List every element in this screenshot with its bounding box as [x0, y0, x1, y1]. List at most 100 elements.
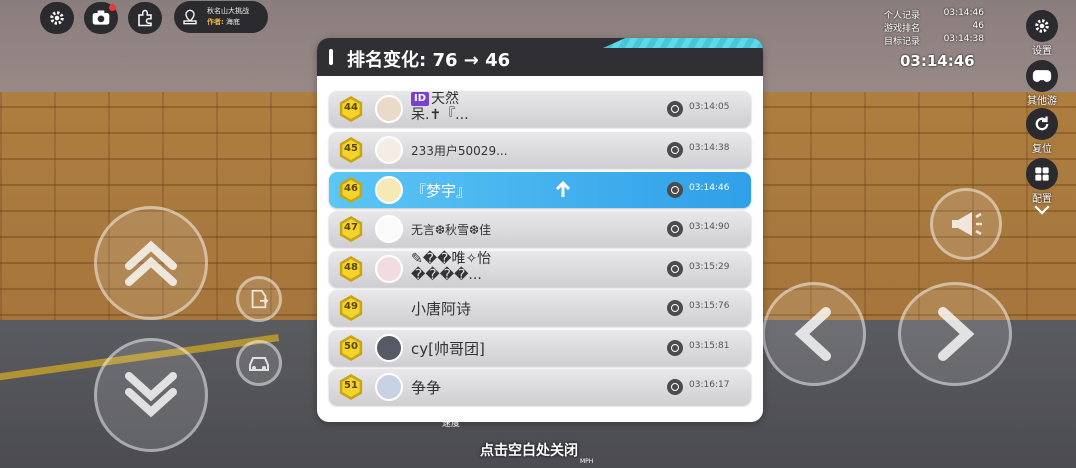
rank-row[interactable]: 51 争争 03:16:17 [329, 369, 751, 405]
player-name: 小唐阿诗 [411, 300, 472, 318]
gear-icon [1035, 19, 1049, 33]
arrow-up-icon [555, 181, 571, 197]
drift-button[interactable] [236, 340, 282, 386]
clock-icon [667, 221, 683, 237]
avatar [375, 255, 403, 283]
close-hint[interactable]: 点击空白处关闭 [480, 440, 578, 460]
race-time: 03:15:81 [689, 341, 730, 351]
puzzle-icon [138, 9, 152, 27]
clock-icon [667, 300, 683, 316]
player-name: 天然 呆.✝『... [411, 91, 469, 123]
target-record-label: 目标记录 [884, 37, 921, 47]
race-time: 03:16:17 [689, 380, 730, 390]
reset-label: 复位 [1032, 144, 1052, 155]
player-name: cy[帅哥团] [411, 340, 485, 358]
settings-menu-button[interactable]: 设置 [1024, 10, 1060, 57]
horn-button[interactable] [930, 188, 1002, 260]
notification-dot [109, 4, 116, 11]
map-name: 秋名山大挑战 [207, 7, 249, 15]
chevron-down-icon [1034, 205, 1050, 215]
panel-title: 排名变化: 76 → 46 [347, 50, 511, 71]
current-time: 03:14:46 [900, 52, 975, 70]
rank-medal: 49 [338, 295, 364, 321]
rank-medal: 47 [338, 216, 364, 242]
brake-button[interactable] [94, 338, 208, 452]
clock-icon [667, 182, 683, 198]
grid-icon [1035, 167, 1049, 181]
megaphone-icon [952, 212, 982, 236]
gear-icon [50, 11, 64, 25]
game-rank-label: 游戏排名 [884, 24, 921, 34]
rank-row[interactable]: 44 ID 天然 呆.✝『... 03:14:05 [329, 91, 751, 127]
car-door-icon [251, 289, 269, 309]
config-button[interactable]: 配置 [1024, 158, 1060, 205]
chevron-left-icon [794, 307, 831, 361]
rank-medal: 46 [338, 177, 364, 203]
race-time: 03:14:90 [689, 222, 730, 232]
rank-row[interactable]: 47 无言❆秋雪❆佳 03:14:90 [329, 211, 751, 247]
rank-row[interactable]: 48 ✎��唯✧怡 ����... 03:15:29 [329, 251, 751, 287]
rank-medal: 50 [338, 335, 364, 361]
car-icon [249, 357, 269, 371]
avatar [375, 136, 403, 164]
rank-medal: 44 [338, 96, 364, 122]
rank-row-current-player[interactable]: 46 『梦宇』 03:14:46 [329, 172, 751, 208]
camera-icon [92, 10, 110, 25]
double-chevron-up-icon [125, 240, 177, 286]
target-record-value: 03:14:38 [943, 34, 984, 44]
rank-row[interactable]: 49 小唐阿诗 03:15:76 [329, 290, 751, 326]
race-time: 03:15:29 [689, 262, 730, 272]
records-panel: 个人记录 03:14:46 游戏排名 46 目标记录 03:14:38 03:14:4… [880, 8, 990, 70]
rank-medal: 48 [338, 256, 364, 282]
rank-row[interactable]: 50 cy[帅哥团] 03:15:81 [329, 330, 751, 366]
panel-header: 排名变化: 76 → 46 [317, 38, 763, 76]
player-name: ✎��唯✧怡 ����... [411, 251, 492, 283]
expand-menu-button[interactable] [1024, 204, 1060, 219]
rank-medal: 51 [338, 374, 364, 400]
settings-label: 设置 [1032, 46, 1052, 57]
steer-left-button[interactable] [762, 282, 866, 386]
avatar [375, 176, 403, 204]
clock-icon [667, 379, 683, 395]
ranking-panel: 排名变化: 76 → 46 44 ID 天然 呆.✝『... 03:14:05 4… [317, 38, 763, 422]
player-name: 争争 [411, 379, 442, 397]
map-icon [183, 9, 197, 25]
exit-vehicle-button[interactable] [236, 276, 282, 322]
map-info-card[interactable]: 秋名山大挑战 作者: 海底 [174, 1, 268, 33]
reset-button[interactable]: 复位 [1024, 108, 1060, 155]
speed-unit: MPH [580, 458, 594, 465]
avatar [375, 95, 403, 123]
steer-right-button[interactable] [898, 282, 1012, 386]
chevron-right-icon [938, 307, 975, 361]
camera-button[interactable] [84, 2, 118, 34]
race-time: 03:15:76 [689, 301, 730, 311]
clock-icon [667, 142, 683, 158]
settings-button[interactable] [40, 2, 74, 34]
speed-label: 速度 [442, 419, 461, 429]
clock-icon [667, 101, 683, 117]
race-time: 03:14:46 [689, 183, 730, 193]
refresh-icon [1035, 116, 1049, 131]
clock-icon [667, 340, 683, 356]
player-name: 233用户50029... [411, 144, 508, 158]
rank-medal: 45 [338, 137, 364, 163]
header-decoration [603, 38, 763, 48]
personal-record-value: 03:14:46 [943, 8, 984, 18]
race-time: 03:14:38 [689, 143, 730, 153]
clock-icon [667, 261, 683, 277]
player-name: 无言❆秋雪❆佳 [411, 223, 492, 237]
map-author: 作者: 海底 [207, 18, 241, 26]
puzzle-button[interactable] [128, 2, 162, 34]
avatar [375, 373, 403, 401]
config-label: 配置 [1032, 194, 1052, 205]
header-bar [329, 49, 333, 65]
avatar [375, 215, 403, 243]
game-rank-value: 46 [972, 21, 984, 31]
player-name: 『梦宇』 [411, 182, 472, 200]
personal-record-label: 个人记录 [884, 11, 921, 21]
avatar [375, 334, 403, 362]
rank-row[interactable]: 45 233用户50029... 03:14:38 [329, 132, 751, 168]
double-chevron-down-icon [125, 372, 177, 418]
race-time: 03:14:05 [689, 102, 730, 112]
accelerate-button[interactable] [94, 206, 208, 320]
